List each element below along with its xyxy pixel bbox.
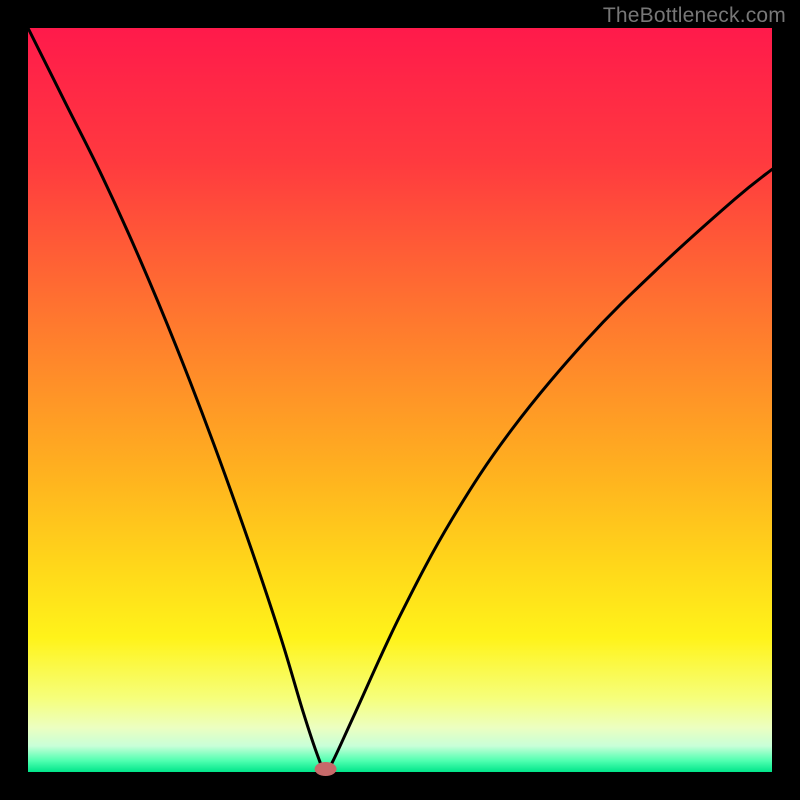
minimum-marker — [315, 762, 337, 776]
chart-canvas — [0, 0, 800, 800]
watermark-text: TheBottleneck.com — [603, 4, 786, 28]
outer-frame: TheBottleneck.com — [0, 0, 800, 800]
plot-background — [28, 28, 772, 772]
